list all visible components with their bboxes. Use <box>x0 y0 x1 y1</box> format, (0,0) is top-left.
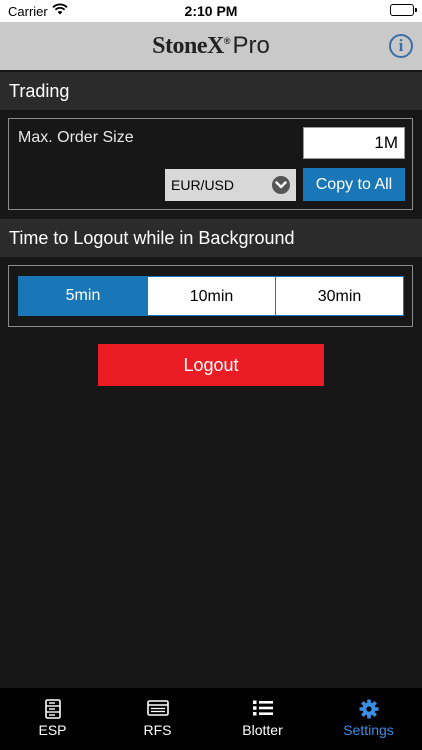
trading-settings-box: Max. Order Size 1M EUR/USD Copy to All <box>8 118 413 210</box>
info-button[interactable]: i <box>389 34 413 58</box>
tab-esp[interactable]: ESP <box>0 688 105 750</box>
stonex-pro-logo: StoneX®Pro <box>0 32 422 60</box>
tab-blotter-label: Blotter <box>242 722 283 738</box>
currency-pair-value: EUR/USD <box>171 177 235 193</box>
battery-icon <box>390 4 417 16</box>
server-icon <box>0 699 105 719</box>
window-list-icon <box>105 699 210 719</box>
tab-esp-label: ESP <box>38 722 67 738</box>
copy-to-all-button[interactable]: Copy to All <box>303 168 405 201</box>
status-bar: Carrier 2:10 PM <box>0 0 422 22</box>
timer-option-5min[interactable]: 5min <box>18 276 148 316</box>
chevron-down-icon <box>272 176 290 194</box>
max-order-size-label: Max. Order Size <box>18 129 134 146</box>
logout-timer-section-title: Time to Logout while in Background <box>0 219 422 257</box>
tab-rfs-label: RFS <box>143 722 172 738</box>
info-icon: i <box>398 36 404 55</box>
trading-section-title: Trading <box>0 72 422 110</box>
tab-bar: ESP RFS Blotter Settings <box>0 688 422 750</box>
list-icon <box>210 699 315 719</box>
tab-settings-label: Settings <box>343 722 394 738</box>
app-header: StoneX®Pro i <box>0 22 422 70</box>
logout-timer-box: 5min 10min 30min <box>8 265 413 327</box>
logo-brand: StoneX <box>152 33 224 59</box>
tab-rfs[interactable]: RFS <box>105 688 210 750</box>
gear-icon <box>316 699 421 719</box>
logo-reg-mark: ® <box>223 36 231 46</box>
logo-suffix: Pro <box>232 32 270 59</box>
tab-settings[interactable]: Settings <box>316 688 421 750</box>
status-time: 2:10 PM <box>184 3 238 19</box>
timer-option-10min[interactable]: 10min <box>147 276 276 316</box>
currency-pair-select[interactable]: EUR/USD <box>165 169 296 201</box>
max-order-size-input[interactable]: 1M <box>303 127 405 159</box>
timer-option-30min[interactable]: 30min <box>275 276 404 316</box>
tab-blotter[interactable]: Blotter <box>210 688 315 750</box>
logout-button[interactable]: Logout <box>98 344 324 386</box>
